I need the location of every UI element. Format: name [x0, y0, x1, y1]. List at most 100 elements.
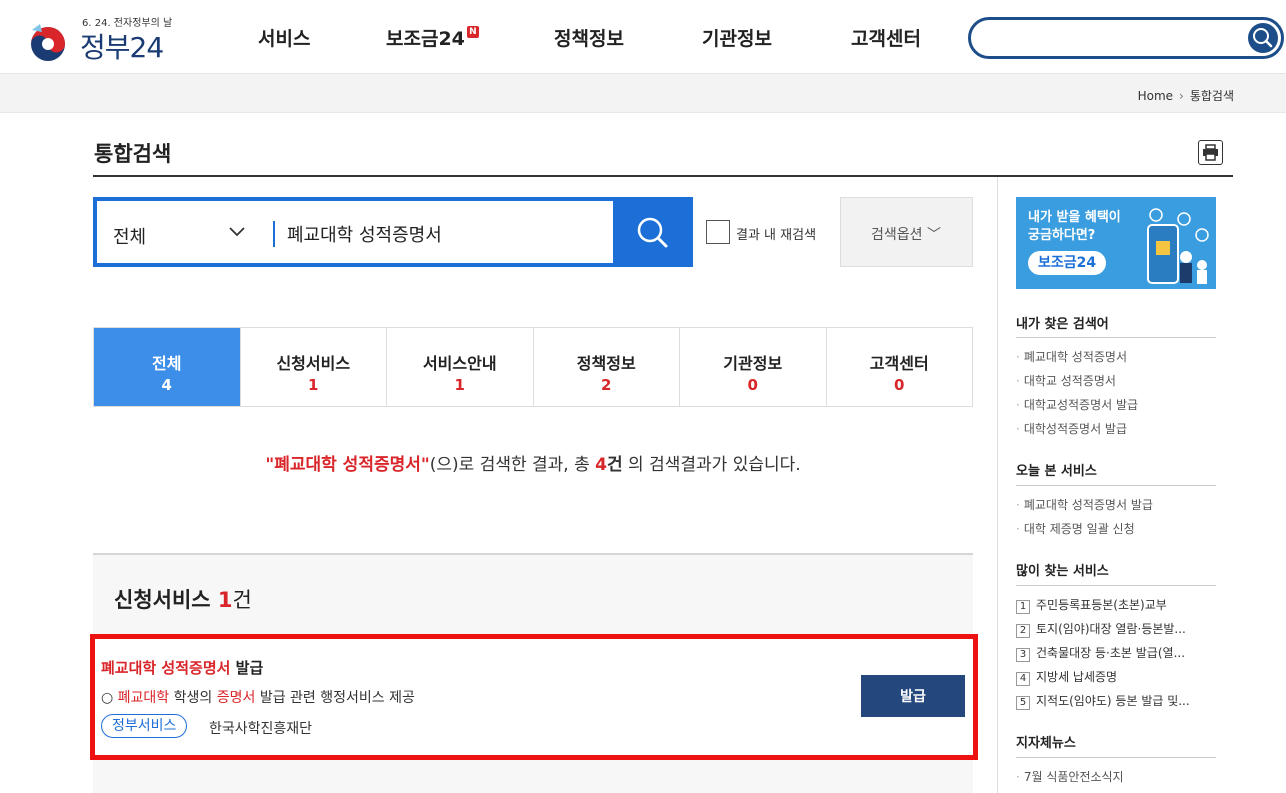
tab-policy-info[interactable]: 정책정보 2 — [532, 328, 680, 406]
my-search-label: 폐교대학 성적증명서 — [1023, 350, 1128, 364]
breadcrumb-home[interactable]: Home — [1138, 89, 1173, 103]
local-news-label: 7월 식품안전소식지 — [1023, 770, 1124, 784]
my-search-item[interactable]: · 대학교 성적증명서 — [1016, 372, 1116, 389]
search-button[interactable] — [613, 197, 693, 267]
popular-service-item[interactable]: 1 주민등록표등본(초본)교부 — [1016, 596, 1216, 614]
tab-count: 0 — [894, 376, 905, 394]
search-icon — [1253, 28, 1273, 48]
site-logo[interactable]: 6. 24. 전자정부의 날 정부24 — [22, 10, 192, 66]
result-tabs: 전체 4 신청서비스 1 서비스안내 1 정책정보 2 기관정보 0 고객센터 0 — [93, 327, 973, 407]
nav-policy[interactable]: 정책정보 — [554, 24, 624, 51]
tab-application-service[interactable]: 신청서비스 1 — [239, 328, 387, 406]
search-scope-select[interactable]: 전체 — [113, 223, 146, 249]
divider — [1016, 585, 1216, 586]
tab-label: 전체 — [152, 354, 182, 373]
divider — [1016, 337, 1216, 338]
divider — [1016, 485, 1216, 486]
tab-label: 고객센터 — [869, 354, 929, 373]
popular-service-item[interactable]: 2 토지(임야)대장 열람·등본발... — [1016, 620, 1216, 638]
rank-number: 2 — [1016, 624, 1030, 638]
breadcrumb: Home › 통합검색 — [1138, 87, 1234, 104]
result-summary: "폐교대학 성적증명서"(으)로 검색한 결과, 총 4건 의 검색결과가 있습… — [0, 450, 1066, 475]
tab-count: 1 — [308, 376, 319, 394]
local-news-item[interactable]: · 7월 식품안전소식지 — [1016, 768, 1124, 785]
tab-all[interactable]: 전체 4 — [94, 328, 240, 406]
summary-text-end: 의 검색결과가 있습니다. — [622, 455, 801, 475]
tab-service-guide[interactable]: 서비스안내 1 — [386, 328, 533, 406]
section-title: 신청서비스 1건 — [114, 584, 252, 614]
divider — [1016, 757, 1216, 758]
top-search-input[interactable] — [968, 17, 1284, 59]
search-options-text: 검색옵션 — [871, 227, 923, 243]
rank-number: 4 — [1016, 672, 1030, 686]
search-options-button[interactable]: 검색옵션 ﹀ — [840, 197, 973, 267]
my-search-item[interactable]: · 폐교대학 성적증명서 — [1016, 348, 1127, 365]
sidebar-divider — [997, 177, 998, 793]
chevron-down-icon: ﹀ — [926, 227, 941, 243]
breadcrumb-band: Home › 통합검색 — [0, 75, 1286, 113]
tab-label: 정책정보 — [576, 354, 636, 373]
popular-service-label: 주민등록표등본(초본)교부 — [1036, 598, 1167, 612]
rank-number: 3 — [1016, 648, 1030, 662]
result-desc-rest: 발급 관련 행정서비스 제공 — [255, 690, 415, 706]
summary-unit: 건 — [607, 455, 623, 475]
chevron-down-icon[interactable] — [227, 221, 247, 241]
bullet: · — [1016, 398, 1020, 412]
popular-service-item[interactable]: 4 지방세 납세증명 — [1016, 668, 1216, 686]
new-badge: N — [466, 26, 479, 38]
result-desc-mid: 학생의 — [169, 690, 217, 706]
today-viewed-title: 오늘 본 서비스 — [1016, 464, 1097, 479]
result-desc-highlight-1: 폐교대학 — [117, 690, 170, 706]
top-search-button[interactable] — [1248, 23, 1278, 53]
tab-label: 기관정보 — [723, 354, 783, 373]
my-search-label: 대학성적증명서 발급 — [1023, 422, 1128, 436]
search-icon — [637, 217, 668, 248]
service-type-tag: 정부서비스 — [101, 714, 188, 738]
result-organization: 한국사학진흥재단 — [209, 721, 313, 737]
summary-count: 4 — [595, 455, 607, 475]
rank-number: 5 — [1016, 696, 1030, 710]
title-divider — [93, 175, 1233, 177]
tab-label: 신청서비스 — [276, 354, 351, 373]
search-input[interactable]: 폐교대학 성적증명서 — [287, 221, 442, 247]
banner-pill: 보조금24 — [1028, 251, 1107, 275]
nav-services[interactable]: 서비스 — [258, 24, 310, 51]
nav-subsidy24[interactable]: 보조금24 N — [386, 24, 479, 51]
today-viewed-label: 폐교대학 성적증명서 발급 — [1023, 498, 1153, 512]
tab-customer-center[interactable]: 고객센터 0 — [825, 328, 973, 406]
bullet: · — [1016, 770, 1020, 784]
tab-label: 서비스안내 — [422, 354, 497, 373]
logo-title: 정부24 — [80, 31, 164, 64]
page-title: 통합검색 — [94, 142, 172, 166]
bullet: · — [1016, 422, 1020, 436]
main-search-box: 전체 폐교대학 성적증명서 — [93, 197, 693, 267]
summary-query: "폐교대학 성적증명서" — [265, 455, 430, 475]
my-search-item[interactable]: · 대학성적증명서 발급 — [1016, 420, 1127, 437]
breadcrumb-current: 통합검색 — [1189, 89, 1234, 103]
popular-service-item[interactable]: 3 건축물대장 등·초본 발급(열... — [1016, 644, 1216, 662]
result-item: 폐교대학 성적증명서 발급 ○ 폐교대학 학생의 증명서 발급 관련 행정서비스… — [90, 634, 978, 760]
today-viewed-label: 대학 제증명 일괄 신청 — [1023, 522, 1135, 536]
print-button[interactable] — [1198, 140, 1223, 165]
research-checkbox[interactable] — [706, 220, 730, 244]
issue-button[interactable]: 발급 — [861, 675, 965, 717]
chevron-right-icon: › — [1179, 89, 1184, 103]
result-desc-highlight-2: 증명서 — [216, 690, 256, 706]
print-icon — [1203, 144, 1218, 161]
my-search-label: 대학교성적증명서 발급 — [1023, 398, 1139, 412]
result-title[interactable]: 폐교대학 성적증명서 발급 — [101, 657, 263, 678]
nav-customer-center[interactable]: 고객센터 — [851, 24, 921, 51]
research-label[interactable]: 결과 내 재검색 — [736, 224, 816, 243]
banner-line-1: 내가 받을 혜택이 — [1028, 210, 1121, 225]
bullet: · — [1016, 522, 1020, 536]
text-cursor — [273, 221, 275, 247]
section-unit: 건 — [232, 588, 252, 612]
today-viewed-item[interactable]: · 폐교대학 성적증명서 발급 — [1016, 496, 1153, 513]
nav-agency[interactable]: 기관정보 — [702, 24, 772, 51]
today-viewed-item[interactable]: · 대학 제증명 일괄 신청 — [1016, 520, 1135, 537]
popular-services-title: 많이 찾는 서비스 — [1016, 564, 1109, 579]
my-search-item[interactable]: · 대학교성적증명서 발급 — [1016, 396, 1138, 413]
subsidy24-banner[interactable]: 내가 받을 혜택이 궁금하다면? 보조금24 — [1016, 197, 1216, 289]
tab-agency-info[interactable]: 기관정보 0 — [679, 328, 826, 406]
popular-service-item[interactable]: 5 지적도(임야도) 등본 발급 및... — [1016, 692, 1216, 710]
